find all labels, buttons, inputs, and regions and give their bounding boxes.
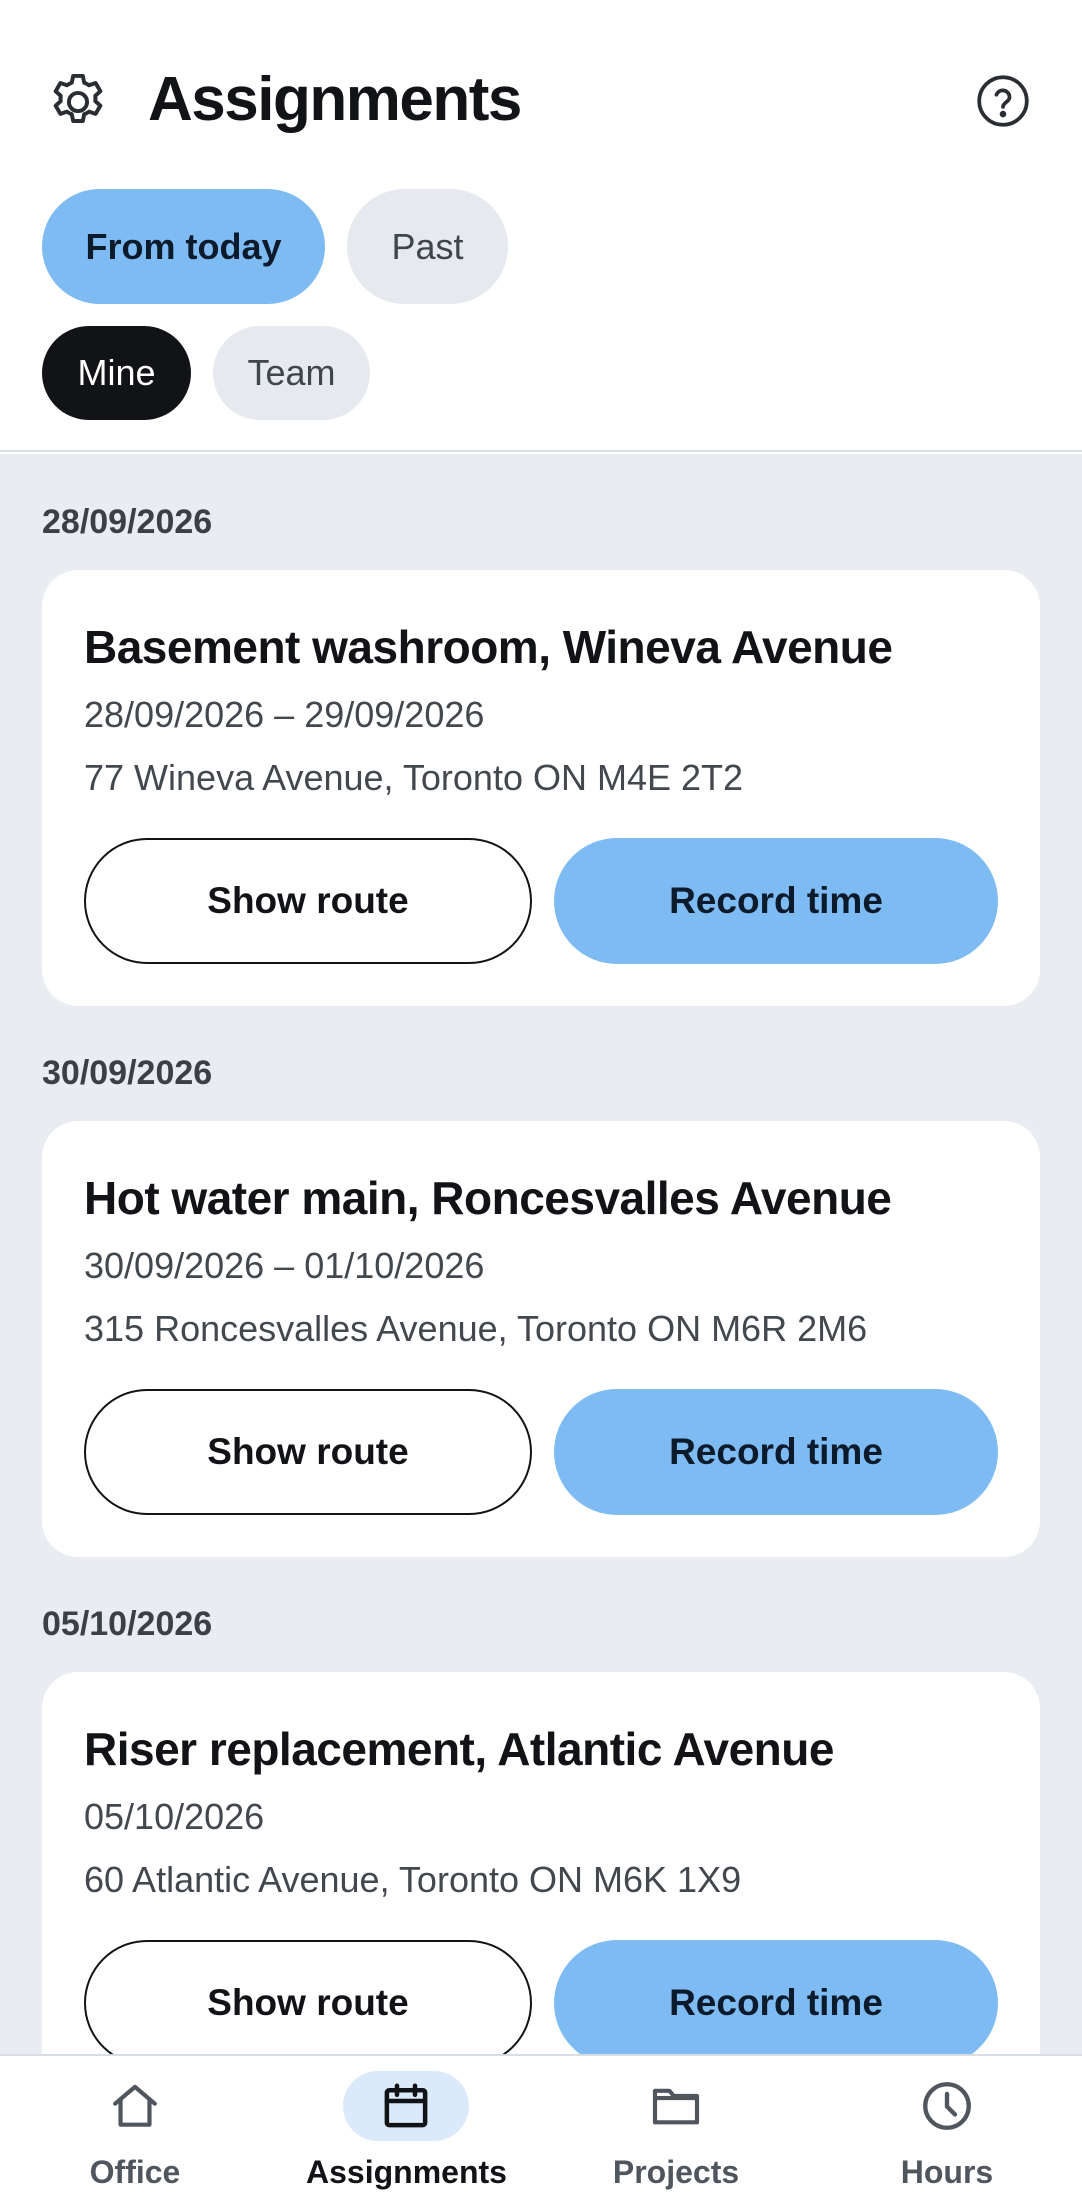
nav-label: Hours [900, 2154, 994, 2190]
date-group-label: 30/09/2026 [42, 1054, 213, 1092]
assignment-title: Basement washroom, Wineva Avenue [84, 621, 893, 673]
assignment-dates: 30/09/2026 – 01/10/2026 [84, 1245, 485, 1286]
nav-label: Assignments [306, 2154, 507, 2190]
record-time-button[interactable]: Record time [554, 1940, 998, 2054]
assignments-list[interactable]: 28/09/2026 Basement washroom, Wineva Ave… [0, 454, 1082, 2054]
assignment-dates: 28/09/2026 – 29/09/2026 [84, 694, 485, 735]
folder-icon [644, 2074, 708, 2138]
nav-item-assignments[interactable]: Assignments [306, 2056, 507, 2202]
nav-label: Office [89, 2154, 181, 2190]
page-title: Assignments [148, 65, 522, 134]
filter-chip-team[interactable]: Team [213, 326, 370, 420]
nav-label: Projects [612, 2154, 740, 2190]
assignment-address: 77 Wineva Avenue, Toronto ON M4E 2T2 [84, 757, 744, 798]
filter-chip-from-today[interactable]: From today [42, 189, 325, 304]
assignment-card[interactable]: Hot water main, Roncesvalles Avenue 30/0… [42, 1121, 1040, 1557]
record-time-button[interactable]: Record time [554, 1389, 998, 1515]
show-route-button[interactable]: Show route [84, 838, 532, 964]
assignment-card[interactable]: Riser replacement, Atlantic Avenue 05/10… [42, 1672, 1040, 2054]
clock-icon [915, 2074, 979, 2138]
assignment-dates: 05/10/2026 [84, 1796, 265, 1837]
bottom-navigation: Office Assignments Projects Hours [0, 2054, 1082, 2202]
assignment-card[interactable]: Basement washroom, Wineva Avenue 28/09/2… [42, 570, 1040, 1006]
assignment-address: 60 Atlantic Avenue, Toronto ON M6K 1X9 [84, 1859, 742, 1900]
assignment-title: Hot water main, Roncesvalles Avenue [84, 1172, 892, 1224]
nav-item-office[interactable]: Office [35, 2056, 235, 2202]
top-app-bar: Assignments From today Past Mine Team [0, 0, 1082, 452]
show-route-button[interactable]: Show route [84, 1389, 532, 1515]
date-group-label: 05/10/2026 [42, 1605, 213, 1643]
assignment-address: 315 Roncesvalles Avenue, Toronto ON M6R … [84, 1308, 868, 1349]
gear-icon[interactable] [44, 68, 112, 136]
record-time-button[interactable]: Record time [554, 838, 998, 964]
home-icon [103, 2074, 167, 2138]
date-group-label: 28/09/2026 [42, 503, 213, 541]
nav-item-projects[interactable]: Projects [576, 2056, 776, 2202]
assignment-title: Riser replacement, Atlantic Avenue [84, 1723, 834, 1775]
show-route-button[interactable]: Show route [84, 1940, 532, 2054]
calendar-icon [343, 2071, 469, 2141]
help-icon[interactable] [975, 73, 1031, 129]
filter-chip-past[interactable]: Past [347, 189, 508, 304]
filter-chip-mine[interactable]: Mine [42, 326, 191, 420]
nav-item-hours[interactable]: Hours [847, 2056, 1047, 2202]
